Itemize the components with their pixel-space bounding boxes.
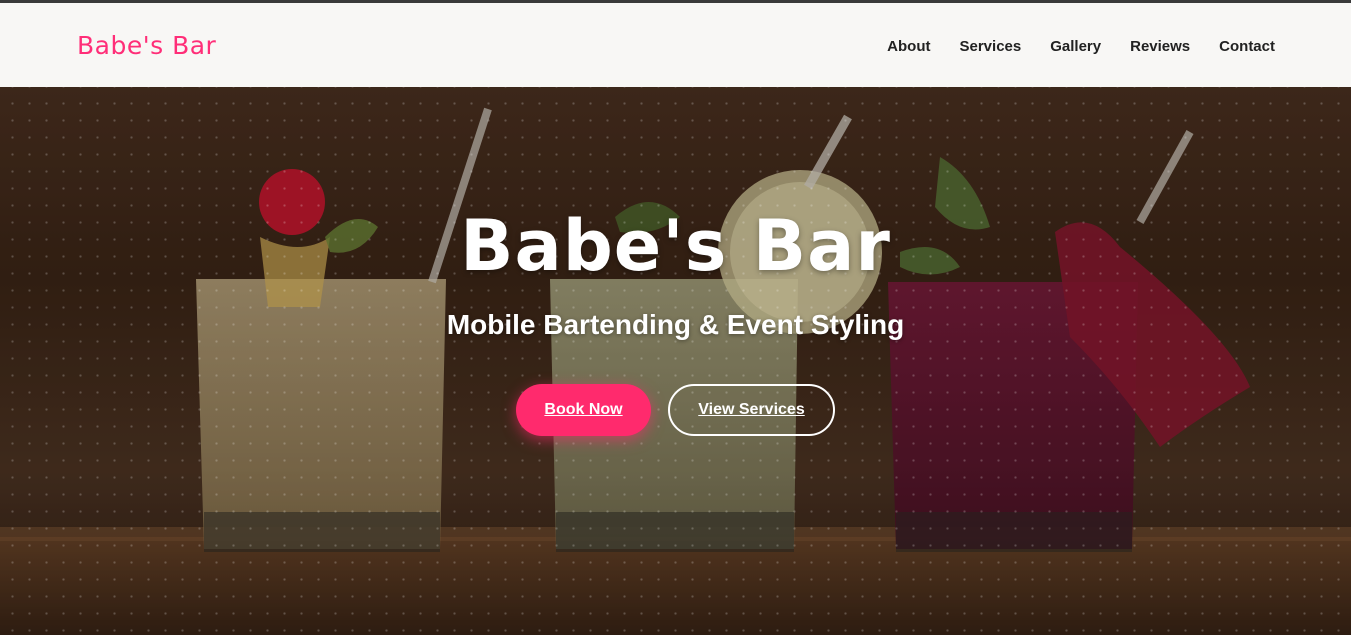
navbar: Babe's Bar About Services Gallery Review… <box>0 3 1351 87</box>
nav-menu: About Services Gallery Reviews Contact <box>887 36 1275 55</box>
book-now-button[interactable]: Book Now <box>516 384 651 436</box>
hero-subtitle: Mobile Bartending & Event Styling <box>446 309 905 340</box>
hero-title: Babe's Bar <box>460 205 891 287</box>
brand-logo[interactable]: Babe's Bar <box>77 31 216 60</box>
nav-link-about[interactable]: About <box>887 38 930 55</box>
nav-link-contact[interactable]: Contact <box>1219 38 1275 55</box>
hero-section: Babe's Bar Mobile Bartending & Event Sty… <box>0 87 1351 635</box>
nav-item-about: About <box>887 36 930 55</box>
nav-link-reviews[interactable]: Reviews <box>1130 38 1190 55</box>
nav-item-reviews: Reviews <box>1130 36 1190 55</box>
nav-link-services[interactable]: Services <box>960 38 1022 55</box>
hero-content: Babe's Bar Mobile Bartending & Event Sty… <box>0 87 1351 635</box>
nav-item-services: Services <box>960 36 1022 55</box>
nav-link-gallery[interactable]: Gallery <box>1050 38 1101 55</box>
nav-item-gallery: Gallery <box>1050 36 1101 55</box>
view-services-button[interactable]: View Services <box>668 384 835 436</box>
nav-item-contact: Contact <box>1219 36 1275 55</box>
